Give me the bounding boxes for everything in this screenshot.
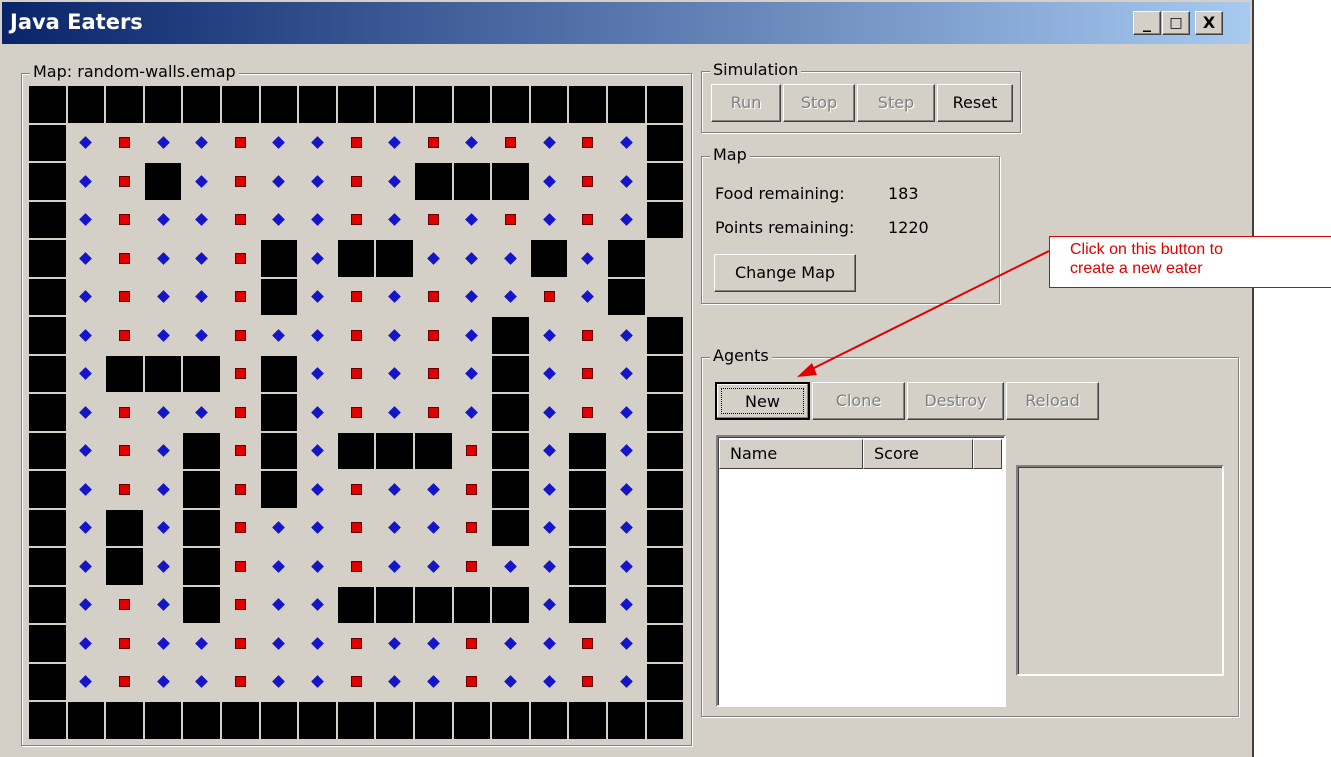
arrow-line [811,250,1050,370]
arrow-head [797,363,817,377]
annotation-arrow [797,250,1050,377]
